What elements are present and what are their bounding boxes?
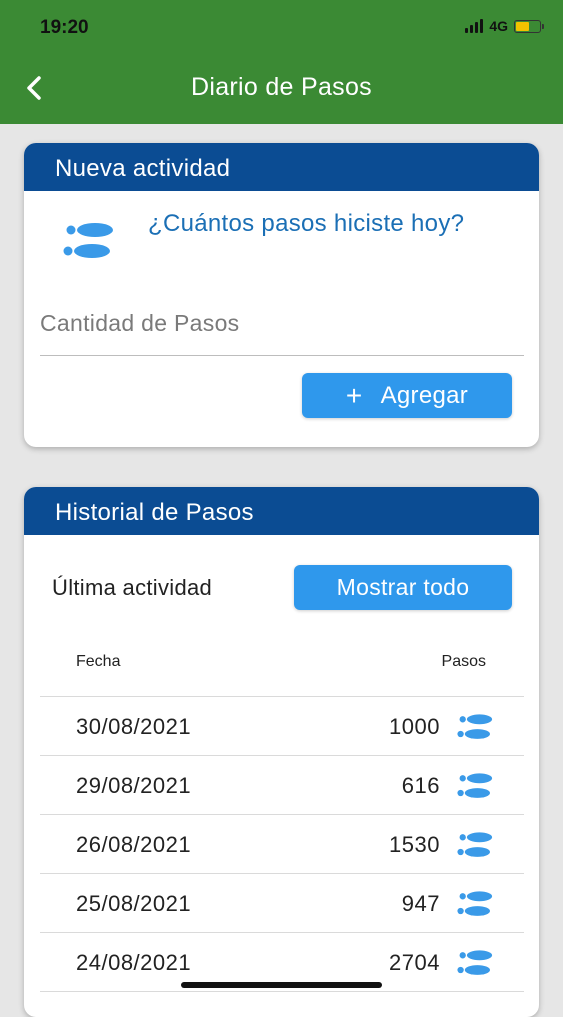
- network-label: 4G: [489, 18, 508, 34]
- row-date: 26/08/2021: [76, 832, 192, 857]
- steps-quantity-input[interactable]: [40, 291, 524, 356]
- column-header-steps: Pasos: [441, 653, 486, 670]
- row-steps: 616: [401, 773, 440, 798]
- row-steps: 1000: [389, 714, 440, 739]
- steps-history-card: Historial de Pasos Última actividad Most…: [24, 487, 539, 1017]
- history-title: Historial de Pasos: [24, 487, 539, 535]
- app-header: 19:20 4G Diario de Pasos: [0, 0, 563, 124]
- table-row[interactable]: 29/08/2021 616: [40, 756, 524, 815]
- row-date: 24/08/2021: [76, 950, 192, 975]
- row-steps: 1530: [389, 832, 440, 857]
- home-indicator: [181, 982, 382, 988]
- column-header-date: Fecha: [76, 653, 121, 670]
- show-all-button[interactable]: Mostrar todo: [294, 565, 512, 610]
- new-activity-card: Nueva actividad ¿Cuántos pasos hiciste h…: [24, 143, 539, 447]
- status-indicators: 4G: [465, 18, 544, 34]
- row-date: 30/08/2021: [76, 714, 192, 739]
- footsteps-icon: [456, 949, 496, 983]
- new-activity-title: Nueva actividad: [24, 143, 539, 191]
- steps-prompt: ¿Cuántos pasos hiciste hoy?: [148, 210, 465, 237]
- row-steps: 2704: [389, 950, 440, 975]
- add-button[interactable]: + Agregar: [302, 373, 512, 418]
- history-table: Fecha Pasos 30/08/2021 1000 29/08/2021 616 2…: [40, 637, 524, 992]
- footsteps-icon: [63, 223, 113, 258]
- table-row[interactable]: 25/08/2021 947: [40, 874, 524, 933]
- battery-icon: [514, 19, 544, 33]
- page-title: Diario de Pasos: [191, 73, 372, 101]
- last-activity-label: Última actividad: [52, 575, 213, 600]
- table-header: Fecha Pasos: [40, 637, 524, 697]
- footsteps-icon: [456, 772, 496, 806]
- status-time: 19:20: [40, 17, 89, 38]
- table-row[interactable]: 30/08/2021 1000: [40, 697, 524, 756]
- plus-icon: +: [345, 379, 363, 411]
- row-date: 29/08/2021: [76, 773, 192, 798]
- add-button-label: Agregar: [380, 381, 469, 409]
- row-steps: 947: [401, 891, 440, 916]
- footsteps-icon: [456, 890, 496, 924]
- signal-icon: [465, 19, 484, 33]
- footsteps-icon: [456, 831, 496, 865]
- footsteps-icon: [456, 713, 496, 747]
- table-row[interactable]: 26/08/2021 1530: [40, 815, 524, 874]
- row-date: 25/08/2021: [76, 891, 192, 916]
